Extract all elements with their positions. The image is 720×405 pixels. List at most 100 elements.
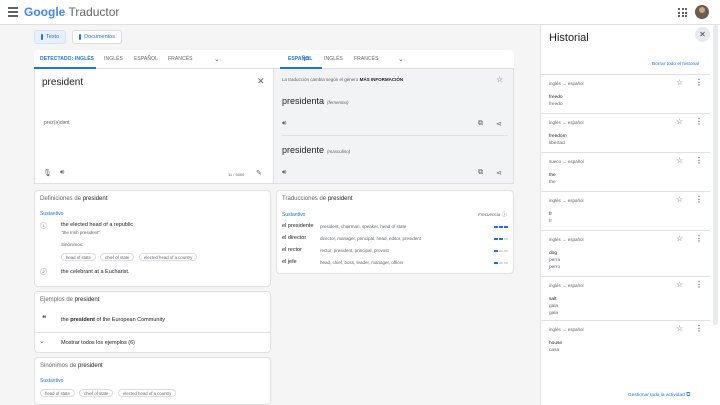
translation-row-2-word[interactable]: el director (282, 235, 306, 241)
gender-note: La traducción cambia según el género MÁS… (282, 77, 403, 82)
source-lang-chevron-icon[interactable]: ⌄ (214, 55, 220, 63)
edit-pencil-icon[interactable]: ✎ (256, 169, 262, 177)
apps-grid-icon[interactable] (678, 8, 687, 17)
synonym-chip-3[interactable]: elected head of a country (118, 389, 177, 397)
menu-icon[interactable] (8, 7, 18, 17)
history-item-6-more-icon[interactable]: ⋮ (695, 280, 703, 289)
translation-row-4-frequency (494, 262, 508, 264)
history-item-3-source: the (549, 173, 556, 178)
save-translation-star-icon[interactable]: ☆ (496, 75, 503, 84)
definition-number-2: 2 (40, 268, 47, 275)
translation-row-2-frequency (494, 238, 508, 240)
copy-icon-2[interactable]: ⧉ (478, 169, 483, 177)
source-lang-detected[interactable]: DETECTADO: INGLÉS (40, 56, 94, 62)
mode-documents-button[interactable]: Documentos (72, 30, 122, 44)
history-item-7-langs: inglés → español (549, 327, 584, 332)
expand-chevron-icon[interactable]: ⌄ (39, 337, 45, 345)
translations-title: Traducciones de president (282, 196, 353, 202)
translation-masculine-word: presidente (282, 145, 325, 155)
target-lang-spanish[interactable]: ESPAÑOL (288, 56, 313, 62)
history-item-7[interactable]: inglés → español ☆ ⋮ house casa (540, 320, 710, 360)
history-item-4-star-icon[interactable]: ☆ (676, 195, 683, 204)
history-item-6[interactable]: inglés → español ☆ ⋮ salt gala gala (540, 276, 710, 320)
source-lang-spanish[interactable]: ESPAÑOL (134, 56, 158, 62)
translation-row-3-word[interactable]: el rector (282, 247, 302, 253)
close-history-icon[interactable]: ✕ (695, 27, 710, 42)
history-item-6-langs: inglés → español (549, 283, 584, 288)
history-item-2-more-icon[interactable]: ⋮ (695, 117, 703, 126)
history-item-7-star-icon[interactable]: ☆ (676, 324, 683, 333)
examples-divider (34, 332, 271, 333)
definition-synonym-chip-1[interactable]: head of state (61, 253, 96, 261)
definition-synonym-chip-3[interactable]: elected head of a country (139, 253, 198, 261)
history-item-2-langs: inglés → español (549, 120, 584, 125)
manage-activity-link[interactable]: Gestionar toda la actividad ⧉ (628, 392, 690, 399)
history-item-1-more-icon[interactable]: ⋮ (695, 78, 703, 87)
source-textarea[interactable]: president (42, 77, 83, 88)
examples-title-prefix: Ejemplos de (40, 297, 74, 303)
share-icon-1[interactable]: ⋖ (496, 120, 502, 128)
show-all-examples-button[interactable]: Mostrar todos los ejemplos (6) (61, 340, 135, 346)
translations-pos: Sustantivo (282, 212, 306, 218)
target-lang-french[interactable]: FRANCÉS (354, 56, 379, 62)
avatar[interactable] (695, 5, 709, 19)
translate-icon (41, 34, 43, 40)
translation-row-2-term: director (287, 235, 307, 241)
history-item-4-target: fr (549, 219, 552, 224)
translation-row-3-synonyms: rector, president, principal, provost (320, 248, 389, 253)
translation-row-1-word[interactable]: el presidente (282, 223, 314, 229)
translation-feminine: presidenta (femenino) (282, 96, 349, 106)
more-info-link[interactable]: MÁS INFORMACIÓN (360, 77, 404, 82)
history-item-2-star-icon[interactable]: ☆ (676, 117, 683, 126)
clear-history-link[interactable]: Borrar todo el historial (652, 62, 699, 67)
history-item-5-target-1: perra (549, 258, 561, 263)
history-item-5[interactable]: inglés → español ☆ ⋮ dog perra perro (540, 230, 710, 276)
example-sentence-post: of the European Community (96, 317, 165, 323)
history-item-4-more-icon[interactable]: ⋮ (695, 195, 703, 204)
history-item-3[interactable]: sueco → español ☆ ⋮ the the (540, 152, 710, 191)
target-listen-icon-2[interactable]: 🔊︎ (282, 169, 286, 177)
translation-row-4-word[interactable]: el jefe (282, 259, 297, 265)
brand-logo[interactable]: Google Traductor (24, 5, 119, 19)
share-icon-2[interactable]: ⋖ (496, 169, 502, 177)
history-item-1-target: freedo (549, 102, 563, 107)
translation-row-4-term: jefe (287, 259, 297, 265)
source-listen-icon[interactable]: 🔊︎ (60, 169, 64, 177)
definition-text-2: the celebrant at a Eucharist. (61, 269, 130, 275)
synonym-chip-2[interactable]: chief of state (79, 389, 114, 397)
synonym-chip-1[interactable]: head of state (40, 389, 75, 397)
translation-row-1-synonyms: president, chairman, speaker, head of st… (320, 224, 407, 229)
history-item-1-star-icon[interactable]: ☆ (676, 78, 683, 87)
clear-source-icon[interactable]: ✕ (257, 76, 265, 87)
copy-icon-1[interactable]: ⧉ (478, 120, 483, 128)
history-item-3-star-icon[interactable]: ☆ (676, 156, 683, 165)
history-item-4[interactable]: inglés → español ☆ ⋮ fr fr (540, 191, 710, 230)
history-scrollbar[interactable] (713, 25, 718, 325)
history-item-5-more-icon[interactable]: ⋮ (695, 234, 703, 243)
target-lang-chevron-icon[interactable]: ⌄ (398, 55, 404, 63)
history-item-4-source: fr (549, 212, 552, 217)
definition-synonym-chip-2[interactable]: chief of state (100, 253, 135, 261)
translations-title-word: president (327, 196, 353, 202)
history-item-6-star-icon[interactable]: ☆ (676, 280, 683, 289)
translation-masculine-gender: (masculino) (327, 149, 351, 154)
examples-title: Ejemplos de president (40, 297, 99, 303)
history-item-2-target: libertad (549, 141, 565, 146)
history-item-7-more-icon[interactable]: ⋮ (695, 324, 703, 333)
history-item-3-more-icon[interactable]: ⋮ (695, 156, 703, 165)
history-item-4-langs: inglés → español (549, 198, 584, 203)
source-lang-english[interactable]: INGLÉS (104, 56, 123, 62)
translation-row-1-article: el (282, 223, 287, 229)
frequency-label: Frecuencia (478, 212, 501, 217)
definitions-pos: Sustantivo (40, 211, 64, 217)
mode-text-button[interactable]: Texto (34, 30, 66, 44)
history-item-5-star-icon[interactable]: ☆ (676, 234, 683, 243)
history-item-1[interactable]: inglés → español ☆ ⋮ freedo freedo (540, 74, 710, 113)
source-lang-french[interactable]: FRANCÉS (168, 56, 193, 62)
microphone-icon[interactable]: 🎙︎ (43, 169, 52, 177)
frequency-help-icon[interactable]: ⓘ (502, 211, 507, 218)
history-item-2[interactable]: inglés → español ☆ ⋮ freedom libertad (540, 113, 710, 152)
history-item-5-source: dog (549, 251, 558, 256)
target-listen-icon-1[interactable]: 🔊︎ (282, 120, 286, 128)
target-lang-english[interactable]: INGLÉS (324, 56, 343, 62)
